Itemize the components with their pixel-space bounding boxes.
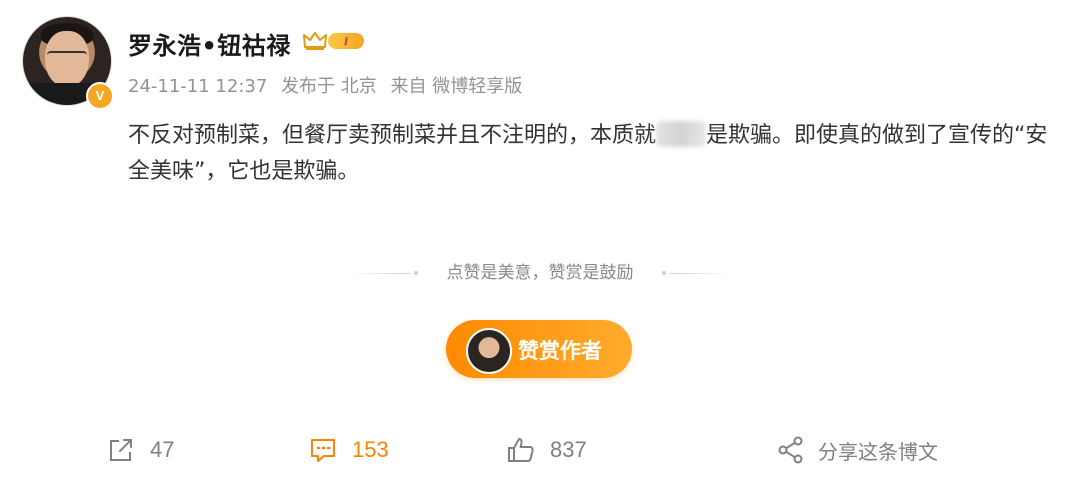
reward-avatar <box>466 328 512 374</box>
thumbs-up-icon <box>508 438 534 462</box>
reward-prompt: 点赞是美意，赞赏是鼓励 <box>446 263 634 283</box>
share-label: 分享这条博文 <box>818 439 938 464</box>
redacted-blur <box>656 121 707 147</box>
comment-button[interactable]: 153 <box>308 434 389 466</box>
post-location: 发布于 北京 <box>281 76 377 97</box>
repost-icon <box>110 439 132 461</box>
action-bar: 47 153 837 分享这条博文 <box>0 428 1080 472</box>
post-timestamp[interactable]: 24-11-11 12:37 <box>128 76 267 97</box>
vip-level: I <box>328 33 364 49</box>
vip-badge[interactable]: I <box>302 30 366 52</box>
post-source: 来自 微博轻享版 <box>390 76 523 97</box>
like-count: 837 <box>550 437 587 462</box>
verified-v-icon: V <box>86 82 114 110</box>
reward-author-button[interactable]: 赞赏作者 <box>446 320 632 378</box>
repost-count: 47 <box>150 437 175 462</box>
weibo-post: V 罗永浩•钮祜禄 I 24-11-11 12:37 发布于 北京 来自 微博轻… <box>0 0 1080 479</box>
author-name[interactable]: 罗永浩•钮祜禄 <box>128 26 291 61</box>
post-content: 不反对预制菜，但餐厅卖预制菜并且不注明的，本质就 是欺骗。即使真的做到了宣传的“安… <box>128 118 1058 190</box>
share-icon <box>778 436 803 464</box>
comment-count: 153 <box>352 437 389 462</box>
author-avatar-wrap[interactable]: V <box>22 16 114 110</box>
crown-icon <box>303 32 327 50</box>
post-meta: 24-11-11 12:37 发布于 北京 来自 微博轻享版 <box>128 72 530 98</box>
reward-divider: 点赞是美意，赞赏是鼓励 <box>350 262 730 284</box>
reward-button-label: 赞赏作者 <box>518 339 602 363</box>
post-text-part1: 不反对预制菜，但餐厅卖预制菜并且不注明的，本质就 <box>128 123 657 148</box>
comment-icon <box>311 439 335 462</box>
like-button[interactable]: 837 <box>506 434 587 466</box>
share-button[interactable]: 分享这条博文 <box>776 434 938 466</box>
repost-button[interactable]: 47 <box>106 434 174 466</box>
